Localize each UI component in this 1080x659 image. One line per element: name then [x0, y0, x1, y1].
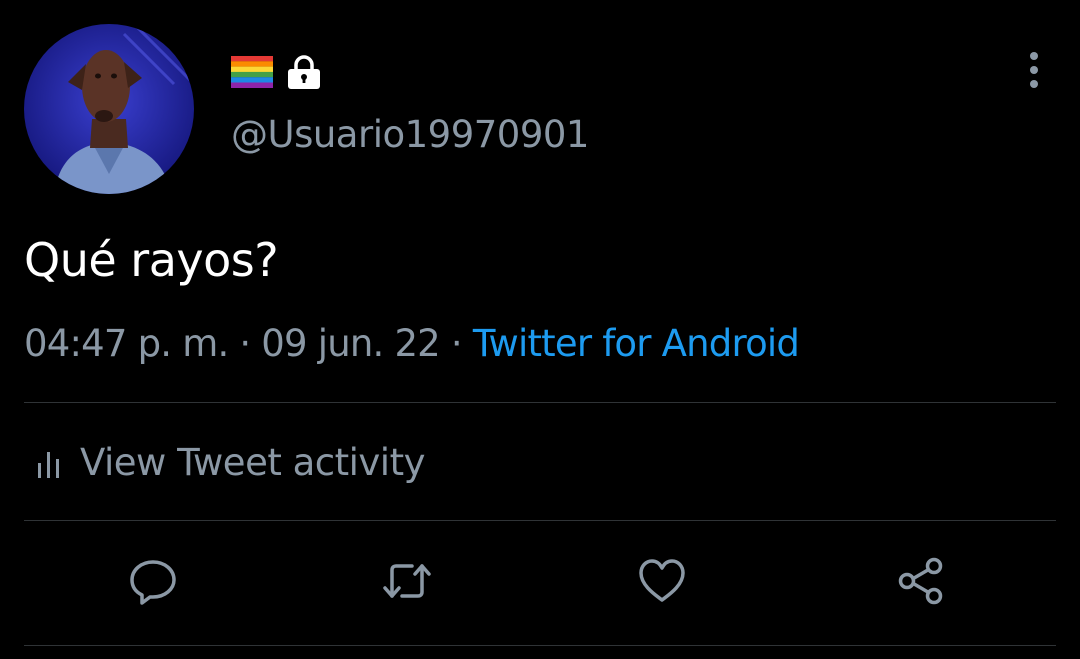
reply-button[interactable]: [128, 556, 178, 606]
avatar[interactable]: [24, 24, 194, 194]
meta-separator: ·: [228, 322, 262, 365]
tweet-text: Qué rayos?: [24, 233, 279, 287]
name-row: [231, 54, 321, 90]
view-tweet-activity-button[interactable]: View Tweet activity: [36, 440, 425, 486]
user-handle[interactable]: @Usuario19970901: [231, 112, 589, 158]
tweet-time: 04:47 p. m.: [24, 322, 229, 365]
like-button[interactable]: [637, 556, 687, 606]
divider-footer: [24, 645, 1056, 646]
reply-icon: [130, 560, 176, 605]
share-icon: [898, 557, 943, 605]
tweet-date: 09 jun. 22: [261, 322, 440, 365]
more-dots: [1030, 52, 1038, 88]
avatar-image: [24, 24, 194, 194]
tweet-source-link[interactable]: Twitter for Android: [473, 322, 800, 365]
retweet-button[interactable]: [382, 556, 432, 606]
view-tweet-activity-label: View Tweet activity: [80, 441, 425, 484]
retweet-icon: [383, 564, 431, 598]
lock-icon: [288, 55, 320, 89]
tweet-meta: 04:47 p. m. · 09 jun. 22 · Twitter for A…: [24, 321, 800, 367]
like-icon: [639, 559, 685, 602]
more-vertical-icon[interactable]: [1018, 50, 1050, 90]
divider-top: [24, 402, 1056, 403]
rainbow-flag-icon: [231, 56, 273, 88]
divider-bottom: [24, 520, 1056, 521]
share-button[interactable]: [896, 556, 946, 606]
meta-separator: ·: [439, 322, 473, 365]
bar-chart-icon: [38, 452, 59, 478]
